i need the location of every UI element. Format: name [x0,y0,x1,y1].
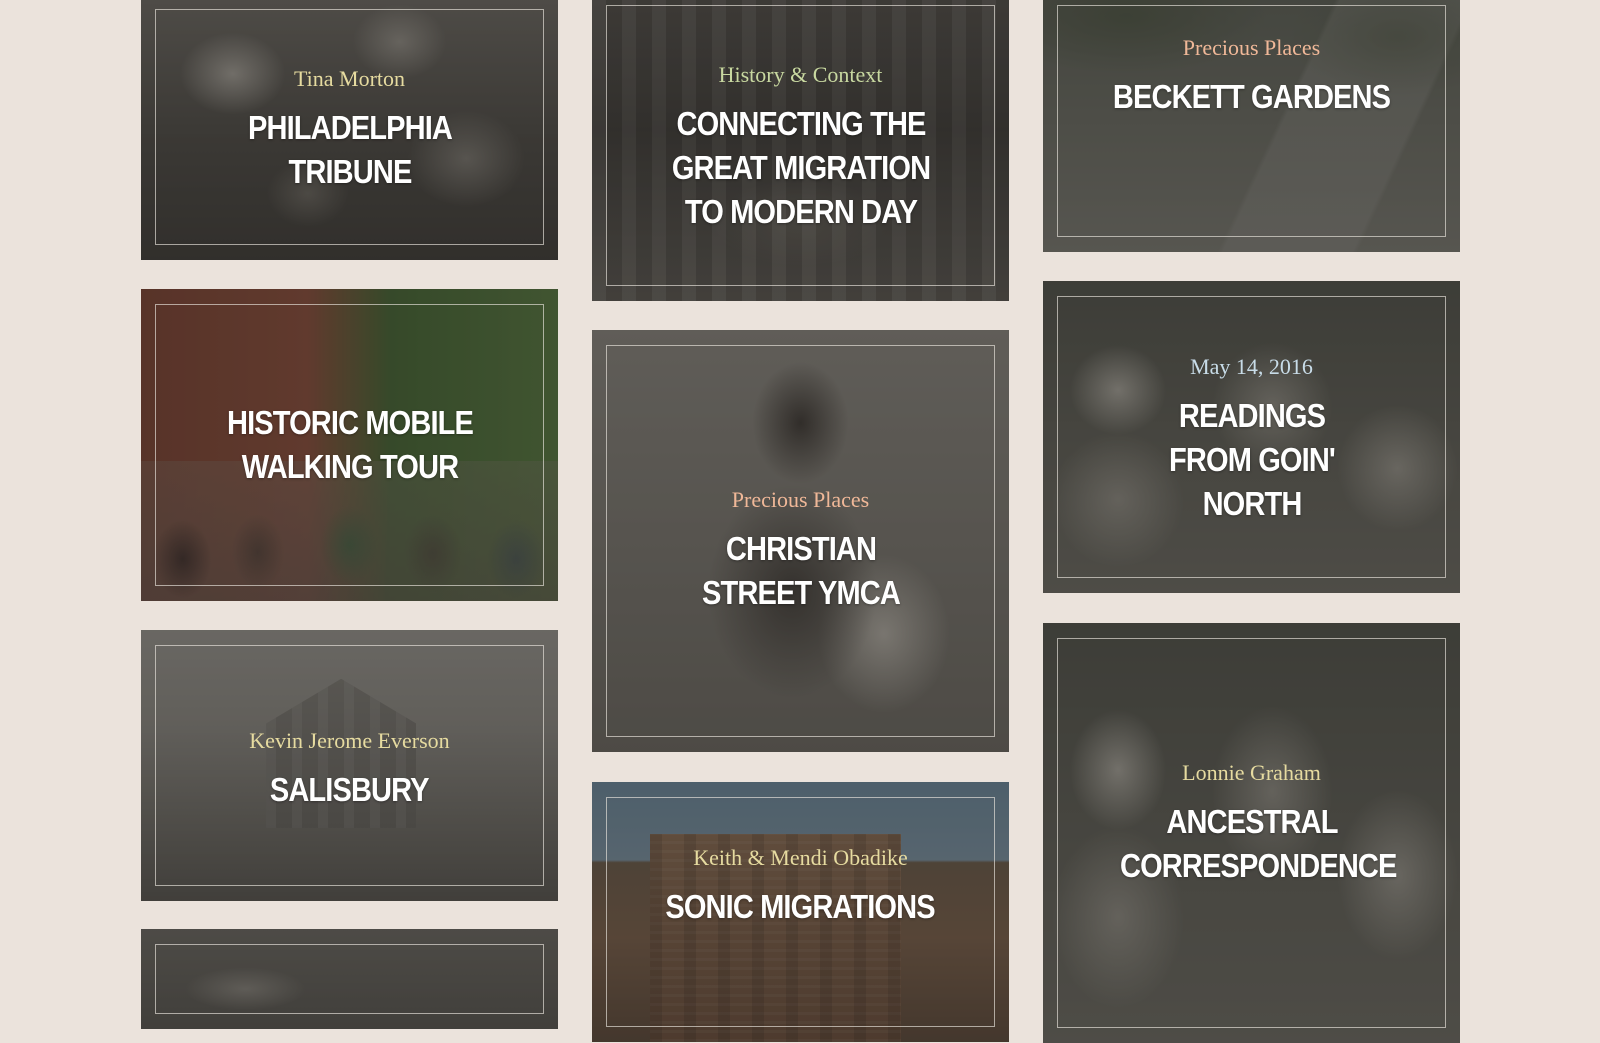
card-sonic-migrations[interactable]: Keith & Mendi Obadike Sonic Migrations [592,782,1009,1042]
card-connecting-great-migration[interactable]: History & Context Connecting the Great M… [592,0,1009,301]
card-title: Sonic Migrations [665,888,936,925]
card-label: Kevin Jerome Everson [249,727,450,753]
card-historic-mobile-walking-tour[interactable]: Historic Mobile Walking Tour [141,289,558,601]
card-readings-goin-north[interactable]: May 14, 2016 Readings from Goin' North [1043,281,1460,593]
card-salisbury[interactable]: Kevin Jerome Everson Salisbury [141,630,558,901]
card-christian-street-ymca[interactable]: Precious Places Christian Street YMCA [592,330,1009,752]
card-label: May 14, 2016 [1190,354,1313,379]
card-label: Precious Places [1182,35,1321,60]
card-title: Beckett Gardens [1112,78,1391,115]
card-label: Lonnie Graham [1182,760,1321,785]
card-title: Philadelphia Tribune [247,109,452,190]
card-title: Salisbury [270,770,430,808]
card-title: Historic Mobile Walking Tour [226,404,473,485]
card-ancestral-correspondence[interactable]: Lonnie Graham Ancestral Correspondence [1043,623,1460,1043]
card-frame [155,944,544,1014]
card-title: Christian Street YMCA [701,530,901,611]
card-label: Tina Morton [293,66,406,91]
card-title: Ancestral Correspondence [1119,803,1397,884]
card-label: Precious Places [731,487,870,512]
card-partial-bottom[interactable] [141,929,558,1029]
card-label: History & Context [718,61,883,87]
card-philadelphia-tribune[interactable]: Tina Morton Philadelphia Tribune [141,0,558,260]
card-title: Readings from Goin' North [1168,397,1336,522]
card-label: Keith & Mendi Obadike [693,845,908,870]
card-title: Connecting the Great Migration to Modern… [671,104,930,230]
story-card-grid: Tina Morton Philadelphia Tribune Histori… [0,0,1600,1043]
card-beckett-gardens[interactable]: Precious Places Beckett Gardens [1043,0,1460,252]
